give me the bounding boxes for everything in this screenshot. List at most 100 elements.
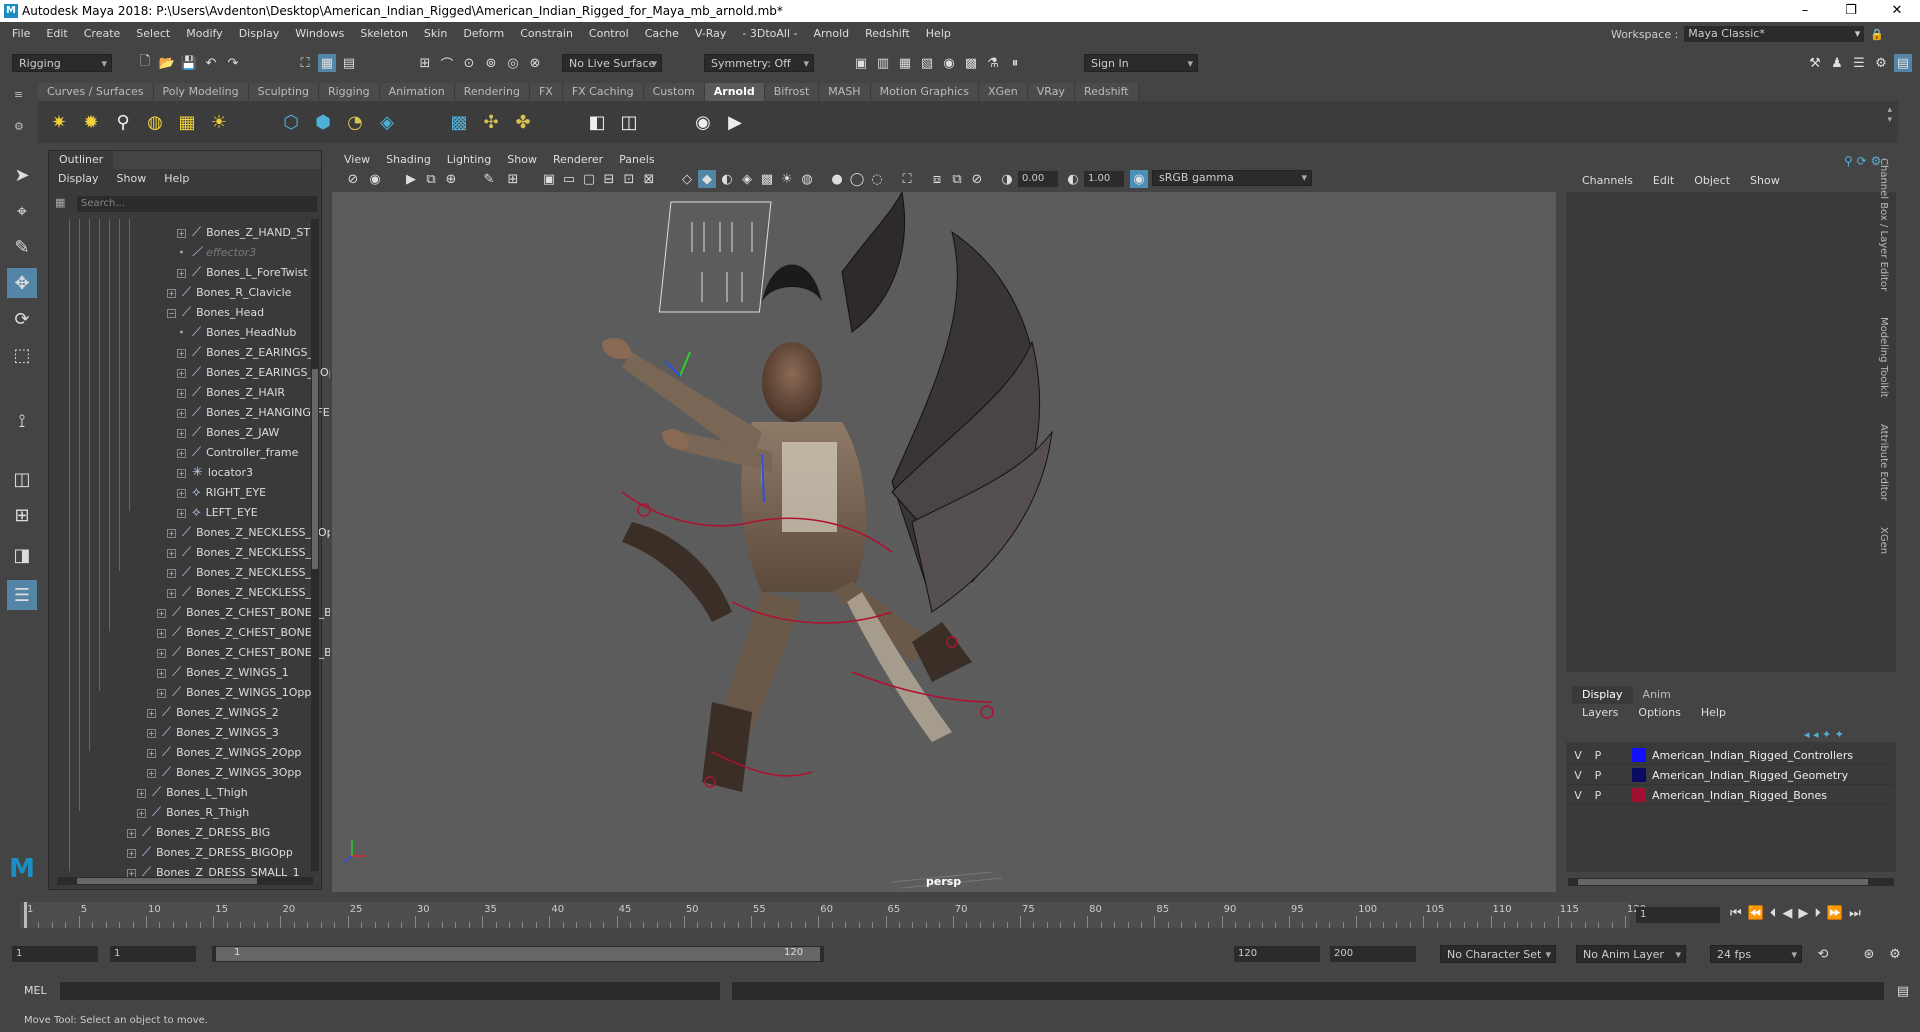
bookmark-icon[interactable]: ▶ — [402, 170, 420, 188]
pause-render-icon[interactable]: ⏸ — [1006, 54, 1024, 72]
layer-tab-0[interactable]: Display — [1572, 686, 1633, 704]
outliner-item[interactable]: + ⟋ Bones_Z_WINGS_2Opp — [147, 743, 301, 763]
flush-texture-icon[interactable]: ✣ — [478, 109, 504, 135]
menu-10[interactable]: Constrain — [512, 27, 581, 40]
layer-actions-icon[interactable]: ◂ ◂ ✦ ✦ — [1804, 728, 1844, 741]
camera-attr-icon[interactable]: ◉ — [366, 170, 384, 188]
outliner-item[interactable]: + ⟋ Bones_Z_WINGS_1 — [157, 663, 289, 683]
snap-point-icon[interactable]: ⊙ — [460, 54, 478, 72]
shelf-tab-4[interactable]: Animation — [379, 83, 455, 101]
layer-visibility-toggle[interactable]: V — [1568, 789, 1588, 802]
layer-menu-0[interactable]: Layers — [1572, 706, 1628, 719]
wireframe-on-shaded-icon[interactable]: ◈ — [738, 170, 756, 188]
script-editor-icon[interactable]: ▤ — [1894, 982, 1912, 1000]
shelf-tab-8[interactable]: Custom — [643, 83, 705, 101]
shelf-tab-2[interactable]: Sculpting — [248, 83, 319, 101]
expand-icon[interactable]: + — [157, 668, 166, 678]
save-scene-icon[interactable]: 💾 — [180, 54, 198, 72]
select-camera-icon[interactable]: ⊘ — [344, 170, 362, 188]
grease-pencil-icon[interactable]: ✎ — [480, 170, 498, 188]
menu-3[interactable]: Select — [128, 27, 178, 40]
smooth-shade-icon[interactable]: ◆ — [698, 170, 716, 188]
outliner-menu-0[interactable]: Display — [49, 172, 108, 185]
menu-0[interactable]: File — [4, 27, 38, 40]
layer-row[interactable]: V P American_Indian_Rigged_Bones — [1568, 786, 1894, 805]
snap-view-icon[interactable]: ⊚ — [482, 54, 500, 72]
scale-tool-icon[interactable]: ⬚ — [7, 340, 37, 370]
last-tool-icon[interactable]: ⟟ — [7, 406, 37, 436]
expand-icon[interactable]: + — [177, 348, 186, 358]
go-to-start-icon[interactable]: ⏮ — [1730, 906, 1742, 921]
outliner-item[interactable]: + ⟋ Bones_Z_CHEST_BONES — [157, 623, 319, 643]
gate-mask-icon[interactable]: ▢ — [580, 170, 598, 188]
exposure-icon[interactable]: ◑ — [998, 170, 1016, 188]
backface-icon[interactable]: ⊘ — [968, 170, 986, 188]
film-gate-icon[interactable]: ▣ — [540, 170, 558, 188]
attribute-editor-icon[interactable]: ☰ — [1850, 54, 1868, 72]
shelf-scroll-icon[interactable]: ▴ ▾ — [1887, 105, 1892, 125]
undo-icon[interactable]: ↶ — [202, 54, 220, 72]
range-slider-track[interactable]: 1 120 — [212, 946, 824, 962]
menu-16[interactable]: Redshift — [857, 27, 918, 40]
ambient-occlusion-icon[interactable]: ● — [828, 170, 846, 188]
export-standin-icon[interactable]: ⬢ — [310, 109, 336, 135]
outliner-item[interactable]: + ⟋ Bones_L_Thigh — [137, 783, 248, 803]
expand-icon[interactable]: + — [177, 468, 186, 478]
tool-settings-icon[interactable]: ⚙ — [1872, 54, 1890, 72]
flush-cache-icon[interactable]: ▩ — [446, 109, 472, 135]
safe-title-icon[interactable]: ⊠ — [640, 170, 658, 188]
expand-icon[interactable]: + — [177, 428, 186, 438]
expand-icon[interactable]: + — [167, 548, 176, 558]
standin-icon[interactable]: ⬡ — [278, 109, 304, 135]
render-frame-icon[interactable]: ▣ — [852, 54, 870, 72]
shelf-menu-icon[interactable]: ≡ — [14, 88, 28, 102]
start-time-field[interactable]: 1 — [12, 946, 98, 962]
four-view-icon[interactable]: ⊞ — [7, 500, 37, 530]
gamma-field[interactable]: 1.00 — [1084, 171, 1124, 187]
expand-icon[interactable]: + — [137, 808, 146, 818]
play-forward-icon[interactable]: ▶ — [1798, 906, 1808, 921]
resolution-gate-icon[interactable]: ▭ — [560, 170, 578, 188]
channel-menu-1[interactable]: Edit — [1643, 174, 1684, 187]
outliner-item[interactable]: + ⟋ Bones_Z_WINGS_2 — [147, 703, 279, 723]
play-backward-icon[interactable]: ◀ — [1782, 906, 1792, 921]
anti-aliasing-icon[interactable]: ◌ — [868, 170, 886, 188]
outliner-item[interactable]: + ⟋ Bones_R_Clavicle — [167, 283, 291, 303]
outliner-item[interactable]: + ⟡ LEFT_EYE — [177, 503, 258, 523]
expand-icon[interactable]: + — [177, 408, 186, 418]
symmetry-dropdown[interactable]: Symmetry: Off — [704, 54, 814, 73]
select-object-icon[interactable]: ▦ — [318, 54, 336, 72]
outliner-filter-icon[interactable]: ▦ — [55, 196, 65, 209]
side-tab-2[interactable]: Attribute Editor — [1878, 424, 1889, 501]
expand-icon[interactable]: + — [127, 848, 136, 858]
viewport-menu-1[interactable]: Shading — [378, 153, 439, 166]
viewport-menu-4[interactable]: Renderer — [545, 153, 611, 166]
colorspace-dropdown[interactable]: sRGB gamma — [1152, 170, 1312, 186]
expand-icon[interactable]: + — [157, 608, 166, 618]
outliner-item[interactable]: + ⟋ Bones_Z_NECKLESS_2 — [167, 563, 318, 583]
viewport-menu-2[interactable]: Lighting — [439, 153, 499, 166]
auto-key-icon[interactable]: ⊛ — [1860, 945, 1878, 963]
side-tab-0[interactable]: Channel Box / Layer Editor — [1878, 158, 1889, 291]
outliner-item[interactable]: + ⟋ Bones_Z_HAIR — [177, 383, 285, 403]
isolate-select-icon[interactable]: ⛶ — [898, 170, 916, 188]
menu-6[interactable]: Windows — [287, 27, 352, 40]
expand-icon[interactable]: + — [177, 368, 186, 378]
outliner-item[interactable]: + ⟋ Bones_Z_EARINGS_1 — [177, 343, 320, 363]
layer-playback-toggle[interactable]: P — [1588, 749, 1608, 762]
photometric-light-icon[interactable]: ⚲ — [110, 109, 136, 135]
select-hierarchy-icon[interactable]: ⛶ — [296, 54, 314, 72]
step-forward-key-icon[interactable]: ⏵ — [1814, 906, 1821, 921]
live-surface-field[interactable]: No Live Surface — [562, 54, 662, 73]
outliner-item[interactable]: • ⟋ Bones_HeadNub — [177, 323, 296, 343]
outliner-item[interactable]: + ✳ locator3 — [177, 463, 253, 483]
render-view-icon[interactable]: ◉ — [690, 109, 716, 135]
render-icon[interactable]: ▶ — [722, 109, 748, 135]
expand-icon[interactable]: + — [137, 788, 146, 798]
lasso-tool-icon[interactable]: ⌖ — [7, 196, 37, 226]
mesh-light-icon[interactable]: ✹ — [78, 109, 104, 135]
command-input[interactable] — [60, 982, 720, 1000]
single-view-icon[interactable]: ◫ — [7, 464, 37, 494]
exposure-field[interactable]: 0.00 — [1018, 171, 1058, 187]
expand-icon[interactable]: + — [147, 708, 156, 718]
